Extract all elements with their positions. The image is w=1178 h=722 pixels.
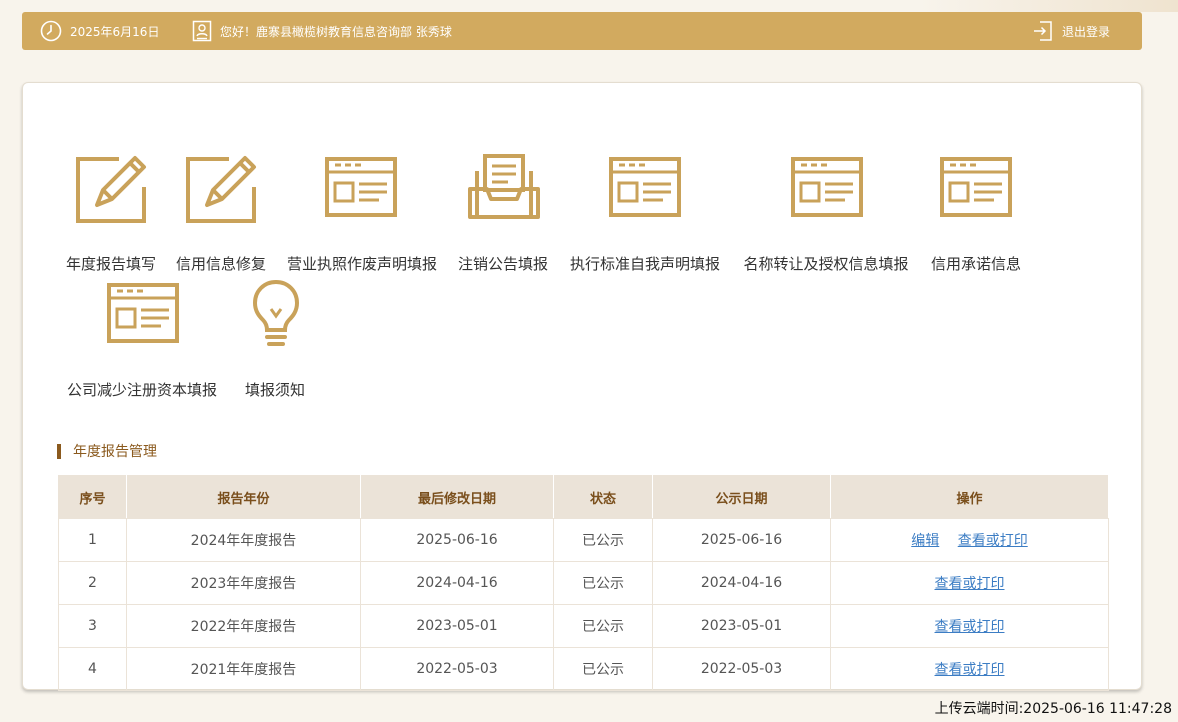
date-display: 2025年6月16日 bbox=[40, 12, 159, 50]
view-print-link[interactable]: 查看或打印 bbox=[935, 576, 1005, 592]
cell-actions: 编辑 查看或打印 bbox=[830, 518, 1109, 562]
cell-published-date: 2025-06-16 bbox=[652, 518, 831, 562]
edit-icon bbox=[75, 153, 149, 227]
func-label: 信用信息修复 bbox=[175, 255, 266, 273]
logout-icon bbox=[1032, 20, 1054, 42]
clock-icon bbox=[40, 20, 62, 42]
view-print-link[interactable]: 查看或打印 bbox=[958, 533, 1028, 549]
form-icon bbox=[609, 157, 681, 221]
cell-year: 2022年年度报告 bbox=[126, 604, 361, 648]
cell-modified-date: 2022-05-03 bbox=[360, 647, 554, 691]
cell-status: 已公示 bbox=[553, 518, 653, 562]
func-name-transfer[interactable]: 名称转让及授权信息填报 bbox=[737, 153, 917, 273]
view-print-link[interactable]: 查看或打印 bbox=[935, 619, 1005, 635]
cell-actions: 查看或打印 bbox=[830, 561, 1109, 605]
cell-no: 4 bbox=[58, 647, 127, 691]
section-title: 年度报告管理 bbox=[57, 441, 157, 461]
func-label: 年度报告填写 bbox=[65, 255, 156, 273]
cell-actions: 查看或打印 bbox=[830, 604, 1109, 648]
table-row: 4 2021年年度报告 2022-05-03 已公示 2022-05-03 查看… bbox=[58, 647, 1109, 691]
cell-published-date: 2022-05-03 bbox=[652, 647, 831, 691]
func-label: 执行标准自我声明填报 bbox=[569, 255, 720, 273]
func-label: 填报须知 bbox=[244, 381, 305, 399]
func-label: 公司减少注册资本填报 bbox=[66, 381, 217, 399]
cell-status: 已公示 bbox=[553, 604, 653, 648]
form-icon bbox=[940, 157, 1012, 221]
column-header: 序号 bbox=[58, 475, 127, 519]
cell-no: 1 bbox=[58, 518, 127, 562]
upload-time: 上传云端时间:2025-06-16 11:47:28 bbox=[934, 701, 1172, 717]
func-label: 名称转让及授权信息填报 bbox=[743, 255, 909, 273]
func-label: 注销公告填报 bbox=[457, 255, 548, 273]
func-label: 营业执照作废声明填报 bbox=[286, 255, 437, 273]
logout-button[interactable]: 退出登录 bbox=[1032, 12, 1110, 50]
inbox-document-icon bbox=[467, 153, 541, 225]
cell-modified-date: 2025-06-16 bbox=[360, 518, 554, 562]
table-row: 3 2022年年度报告 2023-05-01 已公示 2023-05-01 查看… bbox=[58, 604, 1109, 648]
func-cancellation-notice[interactable]: 注销公告填报 bbox=[453, 153, 558, 273]
func-credit-commitment[interactable]: 信用承诺信息 bbox=[926, 153, 1026, 273]
func-standard-declaration[interactable]: 执行标准自我声明填报 bbox=[564, 153, 729, 273]
func-label: 信用承诺信息 bbox=[930, 255, 1021, 273]
column-header: 公示日期 bbox=[652, 475, 831, 519]
top-header-bar: 2025年6月16日 您好！鹿寨县橄榄树教育信息咨询部 张秀球 退出登录 bbox=[22, 12, 1142, 50]
table-row: 1 2024年年度报告 2025-06-16 已公示 2025-06-16 编辑… bbox=[58, 518, 1109, 562]
main-panel: 年度报告填写 信用信息修复 营业执照作废声明填报 注销公告填报 执行标准自我声明… bbox=[22, 82, 1142, 691]
cell-modified-date: 2024-04-16 bbox=[360, 561, 554, 605]
form-icon bbox=[791, 157, 863, 221]
table-header-row: 序号 报告年份 最后修改日期 状态 公示日期 操作 bbox=[58, 475, 1109, 519]
user-greeting: 您好！鹿寨县橄榄树教育信息咨询部 张秀球 bbox=[192, 12, 452, 50]
section-title-text: 年度报告管理 bbox=[73, 444, 157, 460]
func-filing-instructions[interactable]: 填报须知 bbox=[241, 279, 313, 399]
edit-icon bbox=[185, 153, 259, 227]
corner-decoration bbox=[918, 0, 1178, 12]
annual-report-table: 序号 报告年份 最后修改日期 状态 公示日期 操作 1 2024年年度报告 20… bbox=[58, 475, 1109, 691]
section-title-marker bbox=[57, 443, 61, 459]
view-print-link[interactable]: 查看或打印 bbox=[935, 662, 1005, 678]
lightbulb-icon bbox=[251, 279, 301, 355]
column-header: 状态 bbox=[553, 475, 653, 519]
cell-year: 2021年年度报告 bbox=[126, 647, 361, 691]
current-date: 2025年6月16日 bbox=[70, 24, 160, 39]
logout-label: 退出登录 bbox=[1062, 24, 1111, 39]
cell-year: 2023年年度报告 bbox=[126, 561, 361, 605]
edit-link[interactable]: 编辑 bbox=[911, 533, 939, 549]
column-header: 操作 bbox=[830, 475, 1109, 519]
cell-year: 2024年年度报告 bbox=[126, 518, 361, 562]
cell-published-date: 2024-04-16 bbox=[652, 561, 831, 605]
table-row: 2 2023年年度报告 2024-04-16 已公示 2024-04-16 查看… bbox=[58, 561, 1109, 605]
func-capital-reduction[interactable]: 公司减少注册资本填报 bbox=[61, 279, 226, 399]
cell-modified-date: 2023-05-01 bbox=[360, 604, 554, 648]
func-annual-report-fill[interactable]: 年度报告填写 bbox=[63, 153, 163, 273]
cell-status: 已公示 bbox=[553, 647, 653, 691]
column-header: 报告年份 bbox=[126, 475, 361, 519]
func-credit-repair[interactable]: 信用信息修复 bbox=[173, 153, 273, 273]
cell-actions: 查看或打印 bbox=[830, 647, 1109, 691]
cell-no: 2 bbox=[58, 561, 127, 605]
form-icon bbox=[325, 157, 397, 221]
cell-status: 已公示 bbox=[553, 561, 653, 605]
column-header: 最后修改日期 bbox=[360, 475, 554, 519]
func-license-void[interactable]: 营业执照作废声明填报 bbox=[281, 153, 446, 273]
cell-published-date: 2023-05-01 bbox=[652, 604, 831, 648]
user-badge-icon bbox=[192, 20, 212, 42]
form-icon bbox=[107, 283, 179, 347]
cell-no: 3 bbox=[58, 604, 127, 648]
greeting-text: 您好！鹿寨县橄榄树教育信息咨询部 张秀球 bbox=[220, 24, 452, 39]
